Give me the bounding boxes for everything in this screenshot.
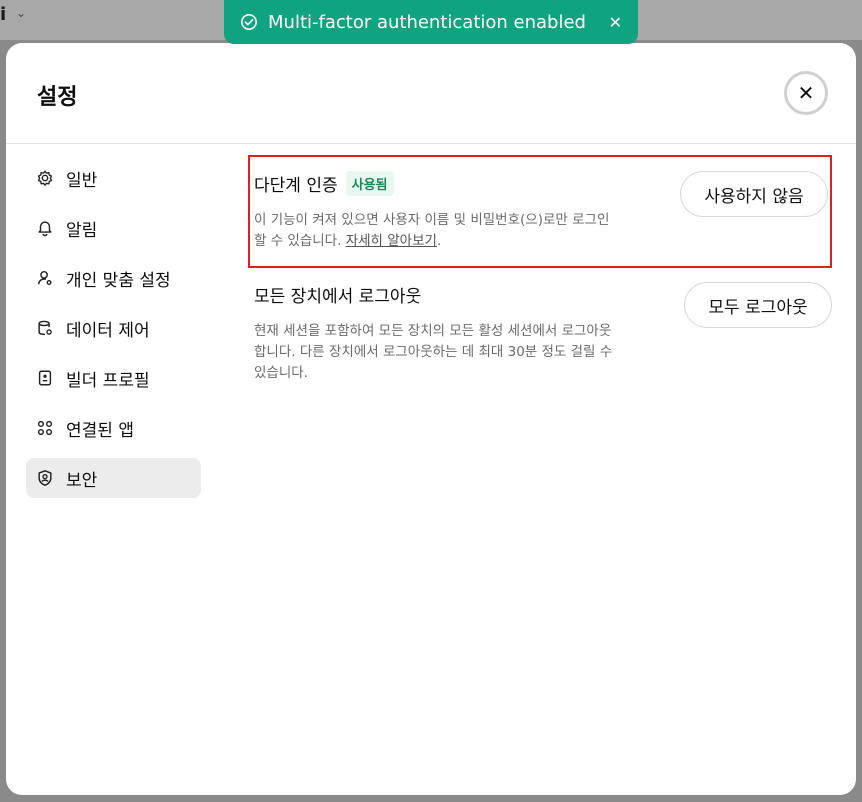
toast-close-icon[interactable]: ✕: [609, 13, 622, 32]
close-icon: ✕: [797, 81, 815, 105]
logout-all-button[interactable]: 모두 로그아웃: [684, 282, 832, 328]
learn-more-link[interactable]: 자세히 알아보기: [346, 233, 437, 249]
toast-message: Multi-factor authentication enabled: [268, 11, 586, 33]
logout-description: 현재 세션을 포함하여 모든 장치의 모든 활성 세션에서 로그아웃합니다. 다…: [254, 323, 613, 381]
sidebar-item-label: 보안: [66, 470, 98, 491]
sidebar-item-connected-apps[interactable]: 연결된 앱: [26, 408, 201, 448]
mfa-description: 이 기능이 켜져 있으면 사용자 이름 및 비밀번호(으)로만 로그인할 수 있…: [254, 210, 616, 252]
person-settings-icon: [36, 269, 54, 287]
logout-all-row: 모든 장치에서 로그아웃 현재 세션을 포함하여 모든 장치의 모든 활성 세션…: [248, 268, 832, 398]
check-circle-icon: [240, 13, 258, 31]
modal-title: 설정: [37, 85, 78, 110]
sidebar-item-notifications[interactable]: 알림: [26, 208, 201, 248]
shield-user-icon: [36, 469, 54, 487]
bell-icon: [36, 219, 54, 237]
close-button[interactable]: ✕: [784, 71, 828, 115]
settings-modal: 설정 ✕ 일반 알림 개인 맞춤 설정 데이터 제어 빌더 프로필 연결된 앱 …: [6, 43, 856, 795]
sidebar-item-label: 일반: [66, 170, 98, 191]
sidebar-item-label: 개인 맞춤 설정: [66, 270, 171, 291]
disable-mfa-button[interactable]: 사용하지 않음: [680, 171, 828, 217]
security-settings-panel: 다단계 인증 사용됨 이 기능이 켜져 있으면 사용자 이름 및 비밀번호(으)…: [248, 155, 832, 398]
modal-header: 설정 ✕: [6, 43, 856, 144]
success-toast: Multi-factor authentication enabled ✕: [224, 0, 638, 44]
settings-sidebar: 일반 알림 개인 맞춤 설정 데이터 제어 빌더 프로필 연결된 앱 보안: [26, 158, 201, 508]
status-badge: 사용됨: [345, 171, 394, 196]
sidebar-item-label: 빌더 프로필: [66, 370, 150, 391]
mfa-setting-row: 다단계 인증 사용됨 이 기능이 켜져 있으면 사용자 이름 및 비밀번호(으)…: [248, 155, 832, 268]
sidebar-item-personalization[interactable]: 개인 맞춤 설정: [26, 258, 201, 298]
sidebar-item-label: 데이터 제어: [66, 320, 150, 341]
id-card-icon: [36, 369, 54, 387]
chevron-down-icon: ⌄: [16, 6, 27, 20]
sidebar-item-label: 연결된 앱: [66, 420, 134, 441]
apps-grid-icon: [36, 419, 54, 437]
sidebar-item-builder-profile[interactable]: 빌더 프로필: [26, 358, 201, 398]
background-glyph: i: [0, 4, 7, 25]
sidebar-item-general[interactable]: 일반: [26, 158, 201, 198]
mfa-title: 다단계 인증: [254, 176, 338, 196]
period-text: .: [436, 233, 442, 249]
sidebar-item-data-controls[interactable]: 데이터 제어: [26, 308, 201, 348]
database-icon: [36, 319, 54, 337]
sidebar-item-security[interactable]: 보안: [26, 458, 201, 498]
gear-icon: [36, 169, 54, 187]
sidebar-item-label: 알림: [66, 220, 98, 241]
